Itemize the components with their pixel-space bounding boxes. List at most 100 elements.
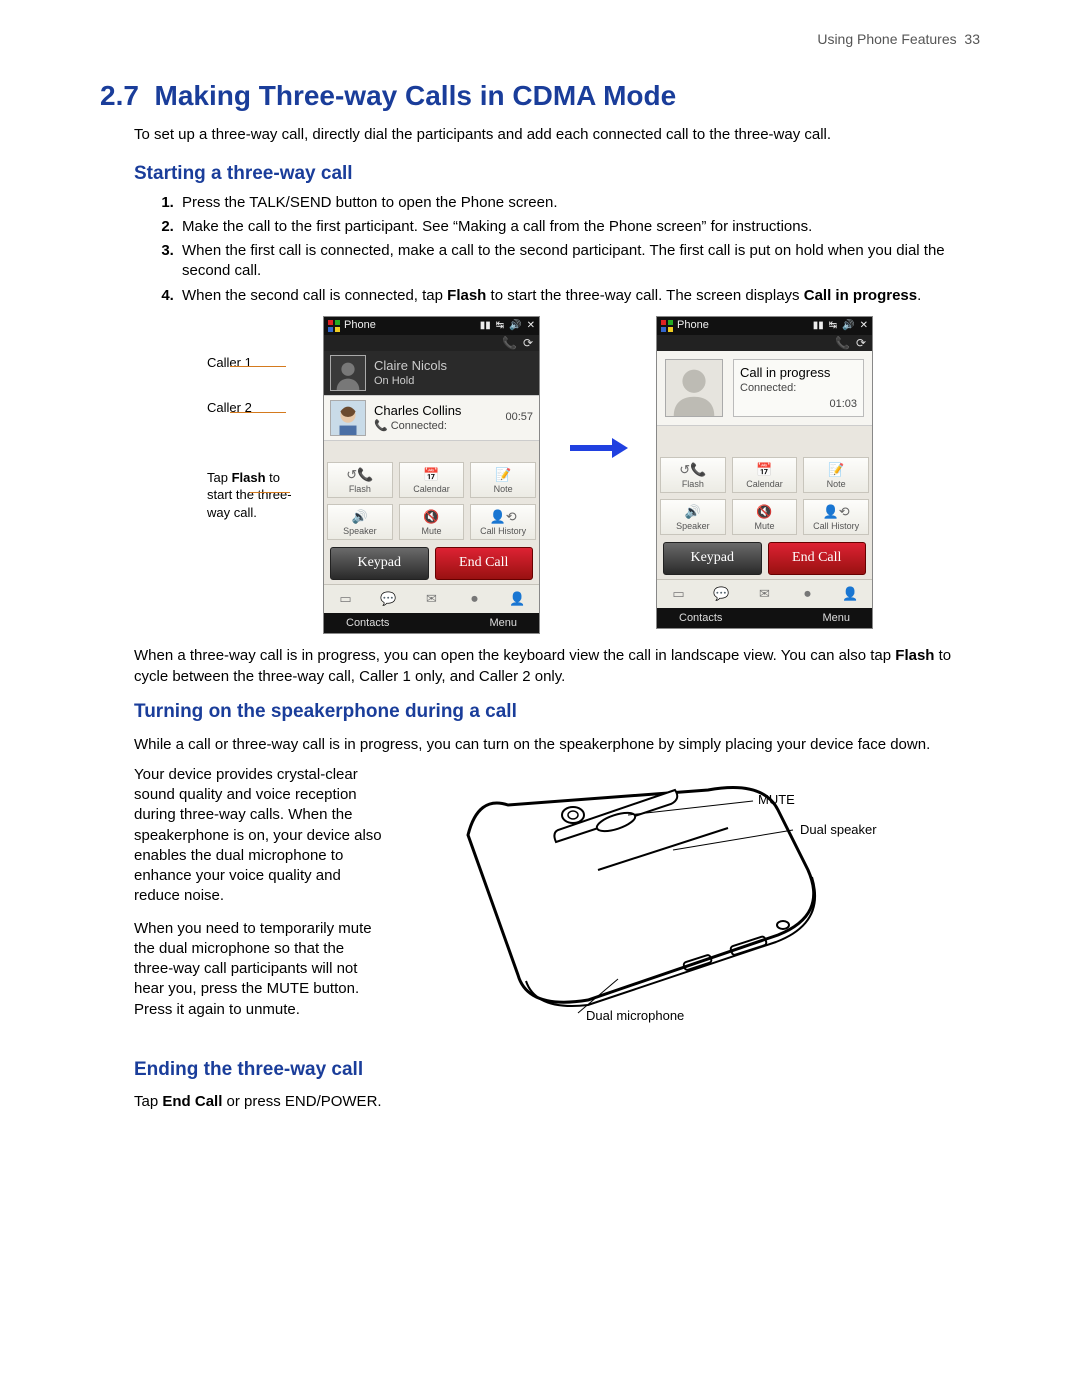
status-bar: Phone ▮▮ ↹ 🔊 ✕: [657, 317, 872, 335]
tab-card-icon[interactable]: ▭: [324, 585, 367, 613]
end-call-button[interactable]: End Call: [768, 542, 867, 575]
flash-button[interactable]: ↺📞Flash: [660, 457, 726, 493]
tab-voicemail-icon[interactable]: ⏺: [786, 580, 829, 608]
volume-icon: 🔊: [842, 319, 854, 333]
app-title: Phone: [677, 318, 709, 333]
calendar-icon: 📅: [400, 467, 464, 483]
app-title: Phone: [344, 318, 376, 333]
step-4: When the second call is connected, tap F…: [178, 286, 980, 306]
end-call-button[interactable]: End Call: [435, 547, 534, 580]
connected-icon: 📞: [374, 419, 388, 434]
annotation-column: Caller 1 Caller 2 Tap Flash to start the…: [207, 316, 295, 522]
label-mute: MUTE: [758, 791, 795, 809]
generic-avatar: [665, 359, 723, 417]
softkey-bar: Contacts Menu: [657, 608, 872, 629]
caller2-time: 00:57: [505, 410, 533, 425]
tab-card-icon[interactable]: ▭: [657, 580, 700, 608]
mute-icon: 🔇: [400, 509, 464, 525]
speaker-p2: When you need to temporarily mute the du…: [134, 919, 384, 1020]
network-icon: ↹: [829, 319, 837, 333]
annot-caller1: Caller 1: [207, 354, 295, 372]
note-icon: 📝: [804, 462, 868, 478]
softkey-right[interactable]: Menu: [822, 611, 850, 626]
sync-icon: ⟳: [523, 335, 533, 351]
volume-icon: 🔊: [509, 319, 521, 333]
network-icon: ↹: [496, 319, 504, 333]
step-3: When the first call is connected, make a…: [178, 241, 980, 282]
speaker-two-col: Your device provides crystal-clear sound…: [134, 765, 980, 1045]
call-history-button[interactable]: 👤⟲Call History: [470, 504, 536, 540]
bottom-tabbar: ▭ 💬 ✉ ⏺ 👤: [324, 584, 539, 613]
annot-caller2: Caller 2: [207, 399, 295, 417]
call-in-progress-row: Call in progress Connected: 01:03: [657, 351, 872, 426]
step-1: Press the TALK/SEND button to open the P…: [178, 193, 980, 213]
progress-title: Call in progress: [740, 364, 857, 382]
action-grid: ↺📞Flash 📅Calendar 📝Note 🔊Speaker 🔇Mute 👤…: [657, 454, 872, 538]
close-icon: ✕: [860, 319, 868, 333]
softkey-right[interactable]: Menu: [489, 616, 517, 631]
section-heading: Making Three-way Calls in CDMA Mode: [155, 80, 677, 111]
flash-button[interactable]: ↺📞Flash: [327, 462, 393, 498]
softkey-left[interactable]: Contacts: [346, 616, 389, 631]
calendar-button[interactable]: 📅Calendar: [732, 457, 798, 493]
mute-button[interactable]: 🔇Mute: [399, 504, 465, 540]
sub-status-bar: 📞⟳: [324, 335, 539, 351]
note-button[interactable]: 📝Note: [470, 462, 536, 498]
label-dual-speaker: Dual speaker: [800, 821, 877, 839]
header-text: Using Phone Features: [817, 31, 956, 47]
status-bar: Phone ▮▮↹🔊✕: [324, 317, 539, 335]
history-icon: 👤⟲: [471, 509, 535, 525]
calendar-button[interactable]: 📅Calendar: [399, 462, 465, 498]
phone-screenshot-right: Phone ▮▮ ↹ 🔊 ✕ 📞 ⟳ Call in progress Connecte…: [656, 316, 873, 630]
tab-chat-icon[interactable]: 💬: [700, 580, 743, 608]
big-buttons: Keypad End Call: [657, 538, 872, 579]
callout-line: [250, 492, 290, 493]
keypad-button[interactable]: Keypad: [330, 547, 429, 580]
flash-icon: ↺📞: [328, 467, 392, 483]
call-history-button[interactable]: 👤⟲Call History: [803, 499, 869, 535]
softkey-bar: Contacts Menu: [324, 613, 539, 634]
signal-icon: ▮▮: [813, 319, 824, 333]
intro-paragraph: To set up a three-way call, directly dia…: [134, 125, 980, 145]
flash-icon: ↺📞: [661, 462, 725, 478]
status-icons: ▮▮ ↹ 🔊 ✕: [813, 319, 868, 333]
phone-mode-icon: 📞: [835, 335, 850, 351]
caller2-avatar: [330, 400, 366, 436]
tab-voicemail-icon[interactable]: ⏺: [453, 585, 496, 613]
history-icon: 👤⟲: [804, 504, 868, 520]
keypad-button[interactable]: Keypad: [663, 542, 762, 575]
tab-contact-icon[interactable]: 👤: [496, 585, 539, 613]
caller-row-2: Charles Collins 📞Connected: 00:57: [324, 396, 539, 441]
windows-flag-icon: [328, 320, 340, 332]
ending-paragraph: Tap End Call or press END/POWER.: [134, 1092, 980, 1112]
section-number: 2.7: [100, 80, 139, 111]
sync-icon: ⟳: [856, 335, 866, 351]
transition-arrow: [568, 436, 628, 466]
after-figure-paragraph: When a three-way call is in progress, yo…: [134, 646, 980, 687]
speaker-icon: 🔊: [328, 509, 392, 525]
windows-flag-icon: [661, 320, 673, 332]
speaker-button[interactable]: 🔊Speaker: [660, 499, 726, 535]
steps-list: Press the TALK/SEND button to open the P…: [160, 193, 980, 306]
caller2-name: Charles Collins: [374, 402, 497, 420]
tab-chat-icon[interactable]: 💬: [367, 585, 410, 613]
big-buttons: Keypad End Call: [324, 543, 539, 584]
tab-mail-icon[interactable]: ✉: [743, 580, 786, 608]
caller1-status: On Hold: [374, 374, 533, 389]
subhead-speakerphone: Turning on the speakerphone during a cal…: [134, 699, 980, 725]
note-button[interactable]: 📝Note: [803, 457, 869, 493]
callout-line: [230, 366, 286, 367]
softkey-left[interactable]: Contacts: [679, 611, 722, 626]
mute-icon: 🔇: [733, 504, 797, 520]
page-number: 33: [964, 31, 980, 47]
mute-button[interactable]: 🔇Mute: [732, 499, 798, 535]
label-dual-mic: Dual microphone: [586, 1007, 684, 1025]
device-svg: [408, 765, 948, 1025]
phone-screenshot-left: Phone ▮▮↹🔊✕ 📞⟳ Claire Nicols On Hold Cha…: [323, 316, 540, 635]
speaker-button[interactable]: 🔊Speaker: [327, 504, 393, 540]
tab-contact-icon[interactable]: 👤: [829, 580, 872, 608]
tab-mail-icon[interactable]: ✉: [410, 585, 453, 613]
signal-icon: ▮▮: [480, 319, 491, 333]
speaker-p1: Your device provides crystal-clear sound…: [134, 765, 384, 907]
speaker-intro: While a call or three-way call is in pro…: [134, 735, 980, 755]
